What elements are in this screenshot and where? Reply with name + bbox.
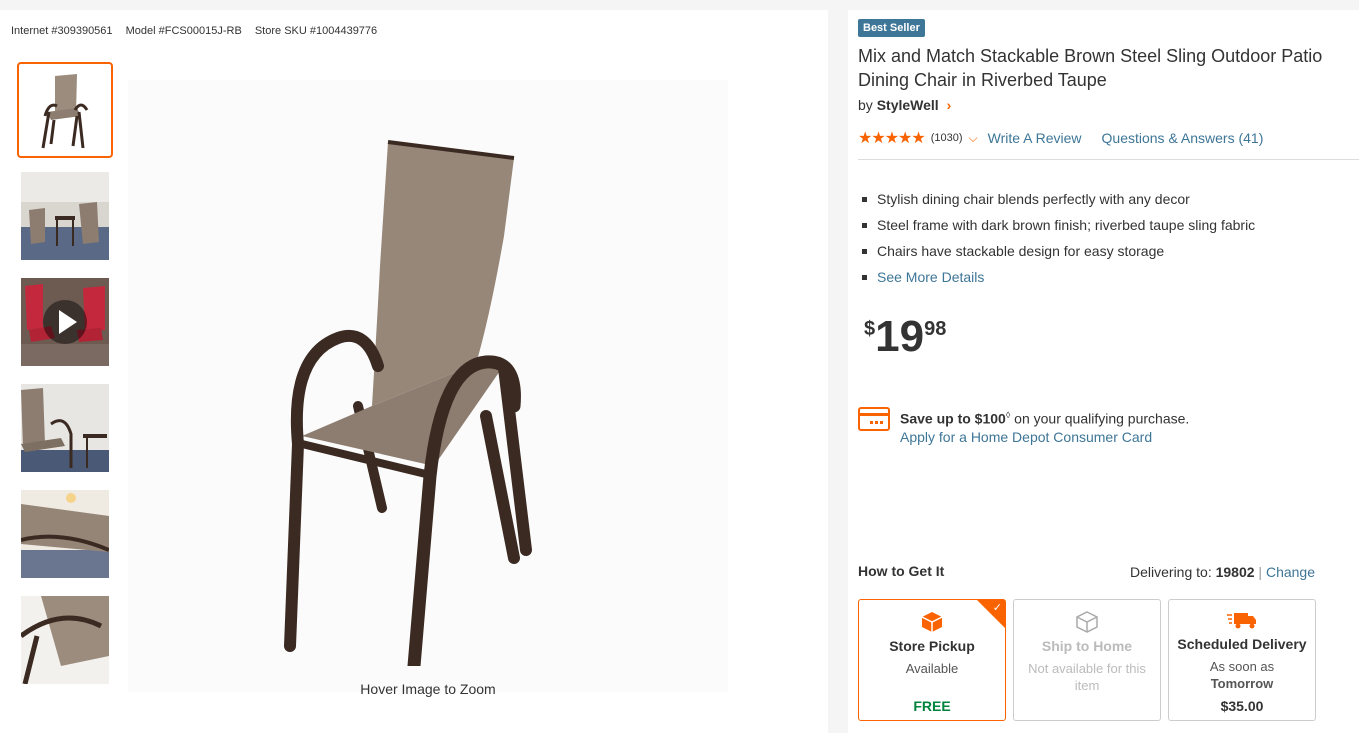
promo-save-amount: Save up to $100: [900, 410, 1006, 427]
thumbnail-arm-detail[interactable]: [17, 592, 113, 688]
rating-row: ★★★★★ (1030) ⌵ Write A Review Questions …: [858, 128, 1263, 148]
feature-bullet: Stylish dining chair blends perfectly wi…: [862, 186, 1255, 212]
box-icon: [1076, 611, 1098, 633]
star-rating-icon[interactable]: ★★★★★: [858, 128, 926, 148]
store-pickup-option[interactable]: ✓ Store Pickup Available FREE: [858, 599, 1006, 721]
option-availability-text: As soon as: [1209, 659, 1275, 674]
feature-bullets: Stylish dining chair blends perfectly wi…: [862, 186, 1255, 290]
hover-zoom-hint: Hover Image to Zoom: [360, 681, 496, 697]
option-availability: Available: [905, 661, 959, 676]
chevron-down-icon[interactable]: ⌵: [969, 131, 978, 146]
package-icon: [921, 612, 943, 632]
thumbnail-porch[interactable]: [17, 380, 113, 476]
promo-text: Save up to $100◊ on your qualifying purc…: [900, 406, 1189, 446]
ship-to-home-option: Ship to Home Not available for this item: [1013, 599, 1161, 721]
price-cents: 98: [924, 318, 947, 340]
credit-card-promo: Save up to $100◊ on your qualifying purc…: [858, 406, 1189, 446]
chair-main-image: [284, 140, 532, 666]
delivery-zip: 19802: [1215, 564, 1255, 580]
by-label: by: [858, 97, 873, 113]
apply-card-link[interactable]: Apply for a Home Depot Consumer Card: [900, 428, 1189, 446]
option-price: FREE: [913, 698, 951, 714]
thumbnail-video[interactable]: [17, 274, 113, 370]
change-zip-link[interactable]: Change: [1266, 564, 1315, 580]
option-price: $35.00: [1220, 698, 1264, 714]
product-identifiers: Internet #309390561 Model #FCS00015J-RB …: [11, 25, 387, 37]
option-name: Store Pickup: [889, 638, 975, 654]
brand-line: by StyleWell ›: [858, 97, 951, 113]
patio-thumbnail-image: [21, 172, 109, 260]
internet-number: Internet #309390561: [11, 25, 113, 37]
delivery-truck-icon: [1227, 613, 1256, 629]
porch-thumbnail-image: [21, 384, 109, 472]
scheduled-delivery-option[interactable]: Scheduled Delivery As soon as Tomorrow $…: [1168, 599, 1316, 721]
brand-link[interactable]: StyleWell: [877, 97, 939, 113]
video-thumbnail-image: [21, 278, 109, 366]
credit-card-icon: [858, 407, 890, 431]
chevron-right-icon: ›: [946, 97, 952, 113]
main-product-image[interactable]: [128, 80, 728, 692]
store-sku: Store SKU #1004439776: [254, 25, 378, 37]
price: $ 19 98: [864, 314, 946, 360]
thumbnail-strip: [17, 62, 113, 698]
see-more-details-item: See More Details: [862, 264, 1255, 290]
fulfillment-options: ✓ Store Pickup Available FREE Ship to Ho…: [858, 599, 1323, 721]
closeup-thumbnail-image: [21, 490, 109, 578]
product-media-panel: Internet #309390561 Model #FCS00015J-RB …: [0, 10, 828, 733]
rating-count[interactable]: (1030): [931, 132, 963, 144]
price-currency: $: [864, 318, 876, 340]
chair-thumbnail-image: [21, 66, 109, 154]
questions-answers-link[interactable]: Questions & Answers (41): [1102, 130, 1264, 146]
option-availability: As soon as Tomorrow: [1210, 658, 1274, 692]
write-review-link[interactable]: Write A Review: [988, 130, 1082, 146]
promo-save-rest: on your qualifying purchase.: [1010, 410, 1190, 427]
option-name: Scheduled Delivery: [1177, 636, 1307, 652]
product-title: Mix and Match Stackable Brown Steel Slin…: [858, 46, 1323, 90]
model-number: Model #FCS00015J-RB: [125, 25, 242, 37]
thumbnail-patio-scene[interactable]: [17, 168, 113, 264]
see-more-details-link[interactable]: See More Details: [877, 269, 984, 285]
thumbnail-closeup[interactable]: [17, 486, 113, 582]
product-info-panel: Best Seller Mix and Match Stackable Brow…: [848, 10, 1359, 733]
best-seller-badge: Best Seller: [858, 19, 925, 37]
feature-bullet: Steel frame with dark brown finish; rive…: [862, 212, 1255, 238]
option-availability: Not available for this item: [1028, 661, 1146, 693]
how-to-get-it-heading: How to Get It: [858, 563, 945, 579]
separator: |: [1254, 564, 1266, 580]
delivering-label: Delivering to:: [1130, 564, 1216, 580]
delivering-to: Delivering to: 19802 | Change: [1130, 564, 1315, 580]
price-dollars: 19: [875, 312, 925, 361]
option-availability-day: Tomorrow: [1210, 676, 1274, 691]
checkmark-icon: ✓: [992, 602, 1002, 614]
feature-bullet: Chairs have stackable design for easy st…: [862, 238, 1255, 264]
thumbnail-chair-front[interactable]: [17, 62, 113, 158]
arm-detail-thumbnail-image: [21, 596, 109, 684]
option-name: Ship to Home: [1041, 638, 1133, 654]
divider: [858, 159, 1359, 160]
